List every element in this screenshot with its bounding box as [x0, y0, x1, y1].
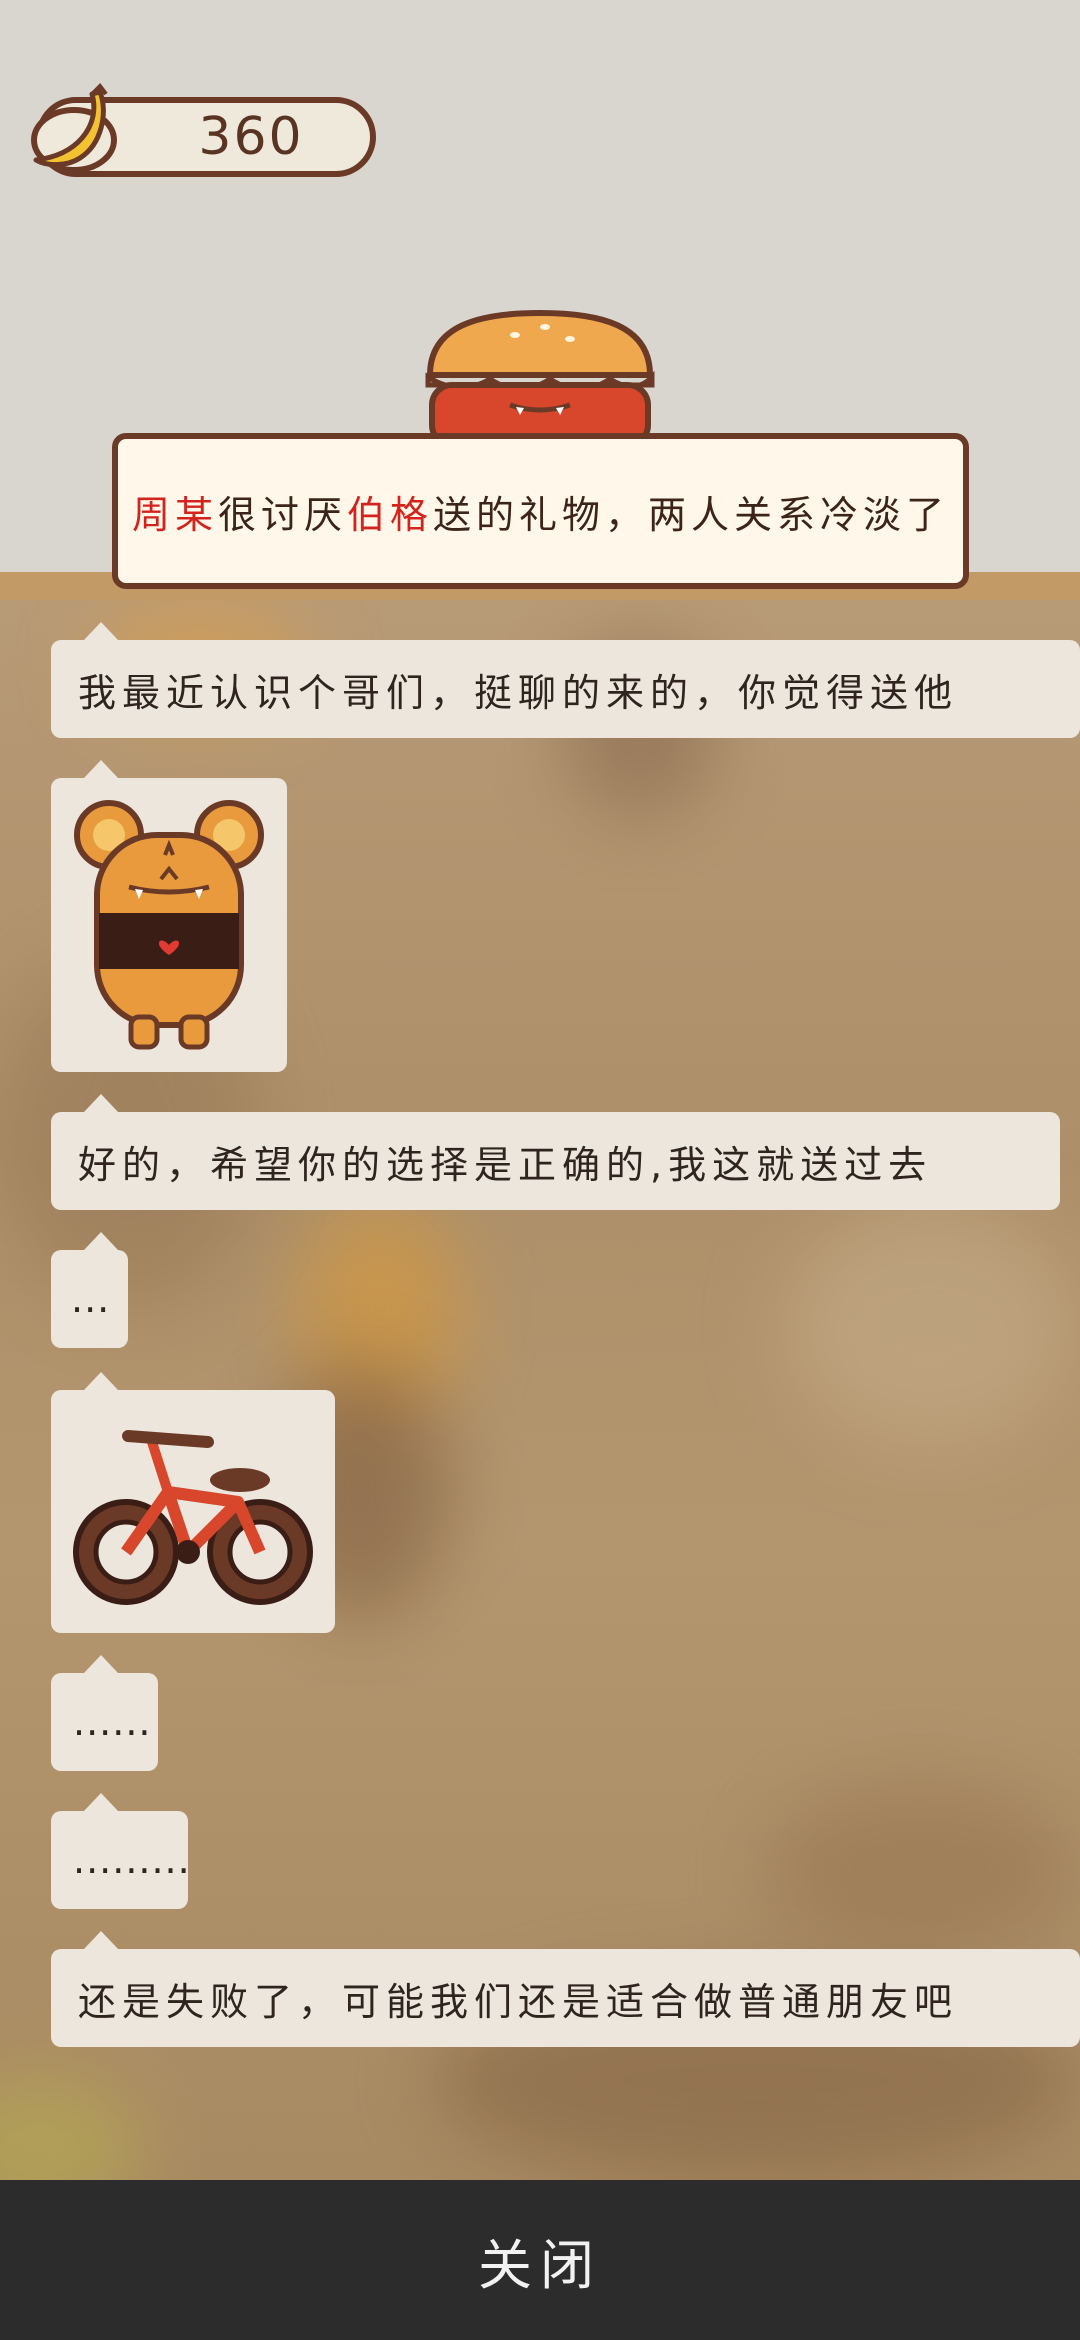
bubble-tail: [84, 1094, 118, 1112]
close-button[interactable]: 关闭: [478, 2221, 602, 2300]
bear-doll-icon: [74, 800, 264, 1050]
notification-text-1: 很讨厌: [217, 492, 347, 537]
chat-message: ...: [51, 1250, 128, 1348]
relationship-notification: 周某 很讨厌 伯格 送的礼物，两人关系冷淡了: [112, 433, 969, 589]
name-zhou: 周某: [131, 492, 218, 537]
bubble-tail: [84, 1655, 118, 1673]
bubble-tail: [84, 1232, 118, 1250]
bottom-bar: 关闭: [0, 2180, 1080, 2340]
bubble-tail: [84, 1793, 118, 1811]
burger-character: [425, 309, 655, 445]
chat-image-message: [51, 1390, 335, 1633]
chat-message: .........: [51, 1811, 188, 1909]
bicycle-icon: [73, 1429, 313, 1605]
message-text: ...: [71, 1277, 111, 1321]
message-text: 我最近认识个哥们，挺聊的来的，你觉得送他: [78, 670, 959, 715]
name-berg: 伯格: [347, 492, 434, 537]
bubble-tail: [84, 622, 118, 640]
notification-text-2: 送的礼物，两人关系冷淡了: [433, 492, 950, 537]
banana-count: 360: [198, 107, 304, 167]
message-text: .........: [73, 1838, 188, 1882]
bubble-tail: [84, 760, 118, 778]
chat-message: 好的，希望你的选择是正确的,我这就送过去: [51, 1112, 1060, 1210]
chat-message: 还是失败了，可能我们还是适合做普通朋友吧: [51, 1949, 1080, 2047]
message-text: 还是失败了，可能我们还是适合做普通朋友吧: [78, 1979, 959, 2024]
bubble-tail: [84, 1372, 118, 1390]
chat-image-message: [51, 778, 287, 1072]
message-text: ......: [73, 1700, 152, 1744]
chat-message: 我最近认识个哥们，挺聊的来的，你觉得送他: [51, 640, 1080, 738]
chat-message: ......: [51, 1673, 158, 1771]
bubble-tail: [84, 1931, 118, 1949]
banana-icon: [31, 82, 117, 173]
message-text: 好的，希望你的选择是正确的,我这就送过去: [78, 1142, 933, 1187]
